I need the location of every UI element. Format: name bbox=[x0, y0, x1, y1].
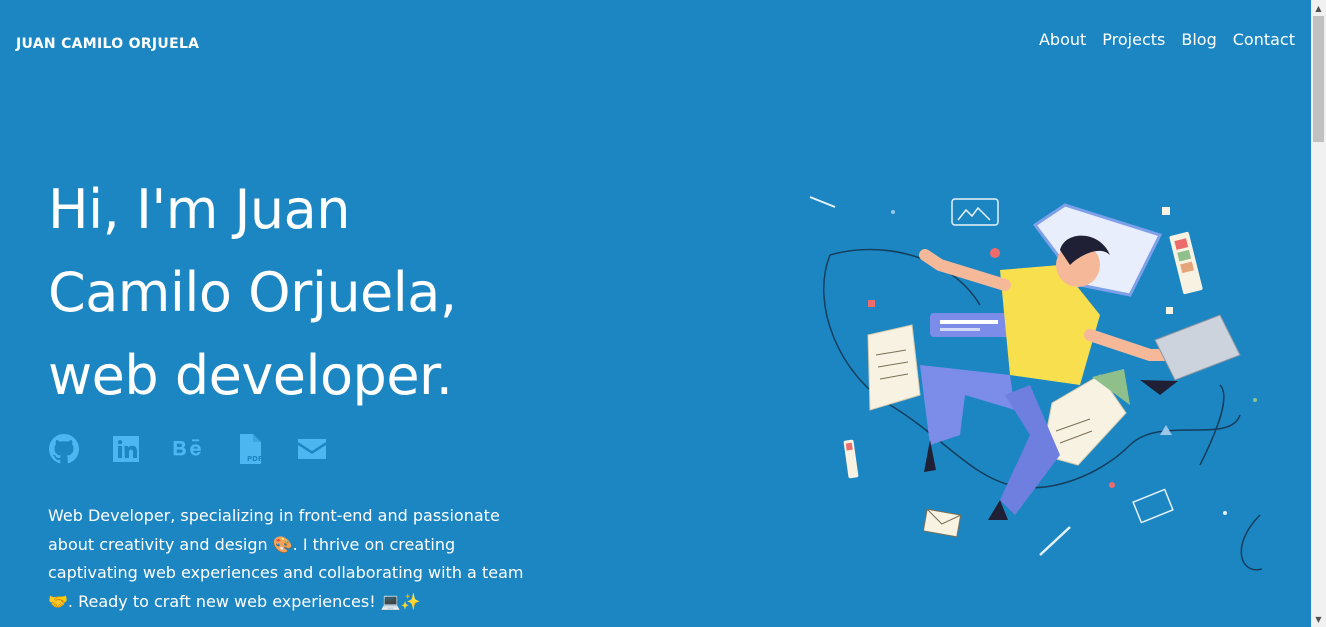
hero-title-line-2: Camilo Orjuela, bbox=[48, 261, 457, 324]
scrollbar-thumb[interactable] bbox=[1313, 16, 1324, 142]
brand-logo[interactable]: JUAN CAMILO ORJUELA bbox=[16, 36, 199, 52]
envelope-icon[interactable] bbox=[296, 432, 328, 466]
linkedin-icon[interactable] bbox=[110, 432, 142, 466]
behance-icon[interactable] bbox=[172, 432, 204, 466]
nav-projects[interactable]: Projects bbox=[1102, 30, 1165, 50]
page-scrollbar[interactable]: ▲ ▼ bbox=[1311, 0, 1326, 627]
nav-contact[interactable]: Contact bbox=[1233, 30, 1295, 50]
developer-illustration bbox=[809, 196, 1263, 571]
hero-title: Hi, I'm Juan Camilo Orjuela, web develop… bbox=[48, 168, 608, 417]
scroll-up-arrow-icon[interactable]: ▲ bbox=[1311, 0, 1326, 16]
pdf-file-icon[interactable]: PDF bbox=[234, 432, 266, 466]
scroll-down-arrow-icon[interactable]: ▼ bbox=[1311, 611, 1326, 627]
github-icon[interactable] bbox=[48, 432, 80, 466]
social-links: PDF bbox=[48, 432, 358, 466]
nav-about[interactable]: About bbox=[1039, 30, 1086, 50]
hero-bio: Web Developer, specializing in front-end… bbox=[48, 506, 524, 612]
hero-title-line-3: web developer. bbox=[48, 344, 453, 407]
main-nav: About Projects Blog Contact bbox=[1039, 30, 1295, 50]
svg-text:PDF: PDF bbox=[247, 455, 263, 463]
nav-blog[interactable]: Blog bbox=[1181, 30, 1216, 50]
hero-title-line-1: Hi, I'm Juan bbox=[48, 178, 350, 241]
